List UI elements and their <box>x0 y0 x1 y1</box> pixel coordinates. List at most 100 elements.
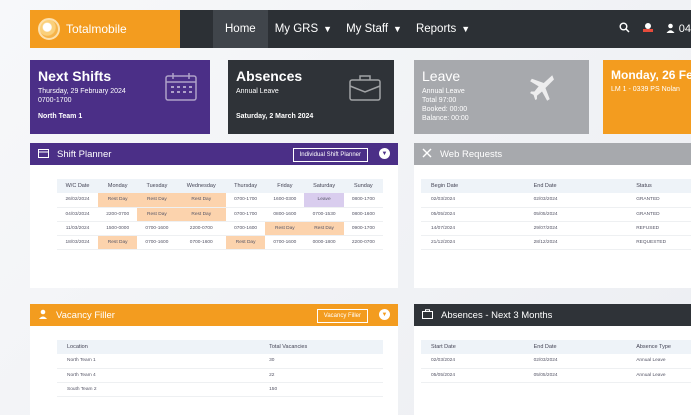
table-row[interactable]: 14/07/2024 29/07/2024 REFUSED <box>421 221 691 236</box>
individual-shift-planner-button[interactable]: Individual Shift Planner <box>292 148 368 162</box>
column-header: Location <box>57 340 260 354</box>
leave-card[interactable]: Leave Annual Leave Total 97:00 Booked: 0… <box>414 60 589 134</box>
table-cell: 02/03/2024 <box>523 193 627 208</box>
table-cell: 1500-0000 <box>98 221 138 236</box>
date-title: Monday, 26 Feb <box>611 68 691 82</box>
user-icon[interactable] <box>666 23 675 36</box>
table-cell: GRANTED <box>626 207 691 222</box>
vacancy-filler-button[interactable]: Vacancy Filler <box>316 309 368 323</box>
table-cell: 0700-1600 <box>176 235 226 250</box>
shift-planner-table: W/C Date Monday Tuesday Wednesday Thursday Fr… <box>57 179 383 250</box>
table-cell: 150 <box>259 382 383 397</box>
nav-reports-label: Reports <box>415 23 457 35</box>
vacancy-filler-header: Vacancy Filler Vacancy Filler ▼ <box>30 304 398 326</box>
table-row[interactable]: 05/05/2024 05/05/2024 GRANTED <box>421 207 691 222</box>
table-cell: 2200-0700 <box>176 221 226 236</box>
nav-home[interactable]: Home <box>213 10 268 48</box>
chevron-down-icon: ▼ <box>323 24 333 34</box>
table-cell: 2200-0700 <box>343 235 383 250</box>
table-row[interactable]: 02/03/2024 02/03/2024 Annual Leave <box>421 354 691 369</box>
table-row[interactable]: South Team 2 150 <box>57 382 383 397</box>
table-cell: Rest Day <box>137 193 177 208</box>
chevron-down-icon[interactable]: ▼ <box>379 309 390 320</box>
person-icon <box>38 309 48 322</box>
table-cell: 30 <box>259 354 383 369</box>
vacancy-filler-panel: Vacancy Filler Vacancy Filler ▼ Location… <box>30 304 398 415</box>
table-cell: 2200-0700 <box>98 207 138 222</box>
user-name-partial[interactable]: 04 <box>679 23 691 35</box>
table-row[interactable]: 05/05/2024 05/05/2024 Annual Leave <box>421 368 691 383</box>
table-cell: 0700-1700 <box>226 193 266 208</box>
absences-3m-panel: Absences - Next 3 Months Start Date End D… <box>414 304 691 415</box>
chevron-down-icon: ▼ <box>393 24 402 34</box>
table-cell: REFUSED <box>626 221 691 236</box>
table-row[interactable]: 04/03/2024 2200-0700 Rest Day Rest Day 0700-… <box>57 207 383 222</box>
web-requests-panel: Web Requests Begin Date End Date Status 02… <box>414 143 691 288</box>
brand[interactable]: Totalmobile <box>30 10 180 48</box>
table-cell: North Team 4 <box>57 368 260 383</box>
table-cell: 29/07/2024 <box>523 221 627 236</box>
absences-date: Saturday, 2 March 2024 <box>236 113 314 120</box>
table-cell: 0700-1600 <box>137 221 177 236</box>
column-header: Monday <box>98 179 138 193</box>
table-cell: 0700-1530 <box>304 207 344 222</box>
column-header: Total Vacancies <box>259 340 383 354</box>
briefcase-icon <box>348 72 382 107</box>
table-cell: North Team 1 <box>57 354 260 369</box>
alert-icon[interactable] <box>642 22 654 36</box>
next-shifts-card[interactable]: Next Shifts Thursday, 29 February 2024 0… <box>30 60 210 134</box>
table-cell: 02/03/2024 <box>523 354 627 369</box>
table-cell: 0700-1600 <box>137 235 177 250</box>
column-header: Friday <box>265 179 305 193</box>
shift-planner-header: Shift Planner Individual Shift Planner ▼ <box>30 143 398 165</box>
table-row[interactable]: 02/03/2024 02/03/2024 GRANTED <box>421 193 691 208</box>
table-cell: Annual Leave <box>626 368 691 383</box>
chevron-down-icon: ▼ <box>461 24 471 34</box>
date-card[interactable]: Monday, 26 Feb LM 1 - 0339 PS Nolan <box>603 60 691 134</box>
brand-name: Totalmobile <box>66 22 127 36</box>
column-header: Thursday <box>226 179 266 193</box>
table-row[interactable]: North Team 1 30 <box>57 354 383 369</box>
vacancy-filler-table: Location Total Vacancies North Team 1 30 No… <box>57 340 383 397</box>
web-requests-header: Web Requests <box>414 143 691 165</box>
table-row[interactable]: 21/12/2024 28/12/2024 REQUESTED <box>421 235 691 250</box>
table-cell: 0000-1800 <box>304 235 344 250</box>
chevron-down-icon[interactable]: ▼ <box>379 148 390 159</box>
table-cell: Rest Day <box>98 235 138 250</box>
top-navbar: Totalmobile Home My GRS ▼ My Staff ▼ Repor… <box>30 10 691 48</box>
table-row[interactable]: North Team 4 22 <box>57 368 383 383</box>
search-icon[interactable] <box>619 22 630 36</box>
table-cell: 0800-1700 <box>343 193 383 208</box>
brand-logo-icon <box>38 18 60 40</box>
table-cell: Rest Day <box>137 207 177 222</box>
table-cell: 21/12/2024 <box>421 235 524 250</box>
nav-my-staff[interactable]: My Staff ▼ <box>339 10 409 48</box>
table-cell: 26/02/2024 <box>57 193 99 208</box>
table-cell: Annual Leave <box>626 354 691 369</box>
table-cell: 11/03/2024 <box>57 221 99 236</box>
column-header: Absence Type <box>626 340 691 354</box>
table-cell: 28/12/2024 <box>523 235 627 250</box>
table-cell: Rest Day <box>176 193 226 208</box>
calendar-icon <box>164 72 198 107</box>
web-requests-table: Begin Date End Date Status 02/03/2024 02/03… <box>421 179 691 250</box>
next-shifts-location: North Team 1 <box>38 113 83 120</box>
table-cell: 05/05/2024 <box>421 207 524 222</box>
table-cell: 05/05/2024 <box>523 207 627 222</box>
table-cell: 05/05/2024 <box>421 368 524 383</box>
absences-3m-table: Start Date End Date Absence Type 02/03/202… <box>421 340 691 383</box>
column-header: End Date <box>523 340 627 354</box>
table-row[interactable]: 18/03/2024 Rest Day 0700-1600 0700-1600 Rest… <box>57 235 383 250</box>
table-row[interactable]: 11/03/2024 1500-0000 0700-1600 2200-0700 070… <box>57 221 383 236</box>
table-cell: 22 <box>259 368 383 383</box>
absences-card[interactable]: Absences Annual Leave Saturday, 2 March … <box>228 60 394 134</box>
column-header: W/C Date <box>57 179 99 193</box>
close-x-icon <box>422 148 432 161</box>
nav-my-grs[interactable]: My GRS ▼ <box>268 10 339 48</box>
table-cell: Rest Day <box>304 221 344 236</box>
table-cell: 1600-0300 <box>265 193 305 208</box>
column-header: Begin Date <box>421 179 524 193</box>
table-row[interactable]: 26/02/2024 Rest Day Rest Day Rest Day 0700-1… <box>57 193 383 208</box>
absences-3m-title: Absences - Next 3 Months <box>441 309 553 321</box>
nav-reports[interactable]: Reports ▼ <box>409 10 477 48</box>
